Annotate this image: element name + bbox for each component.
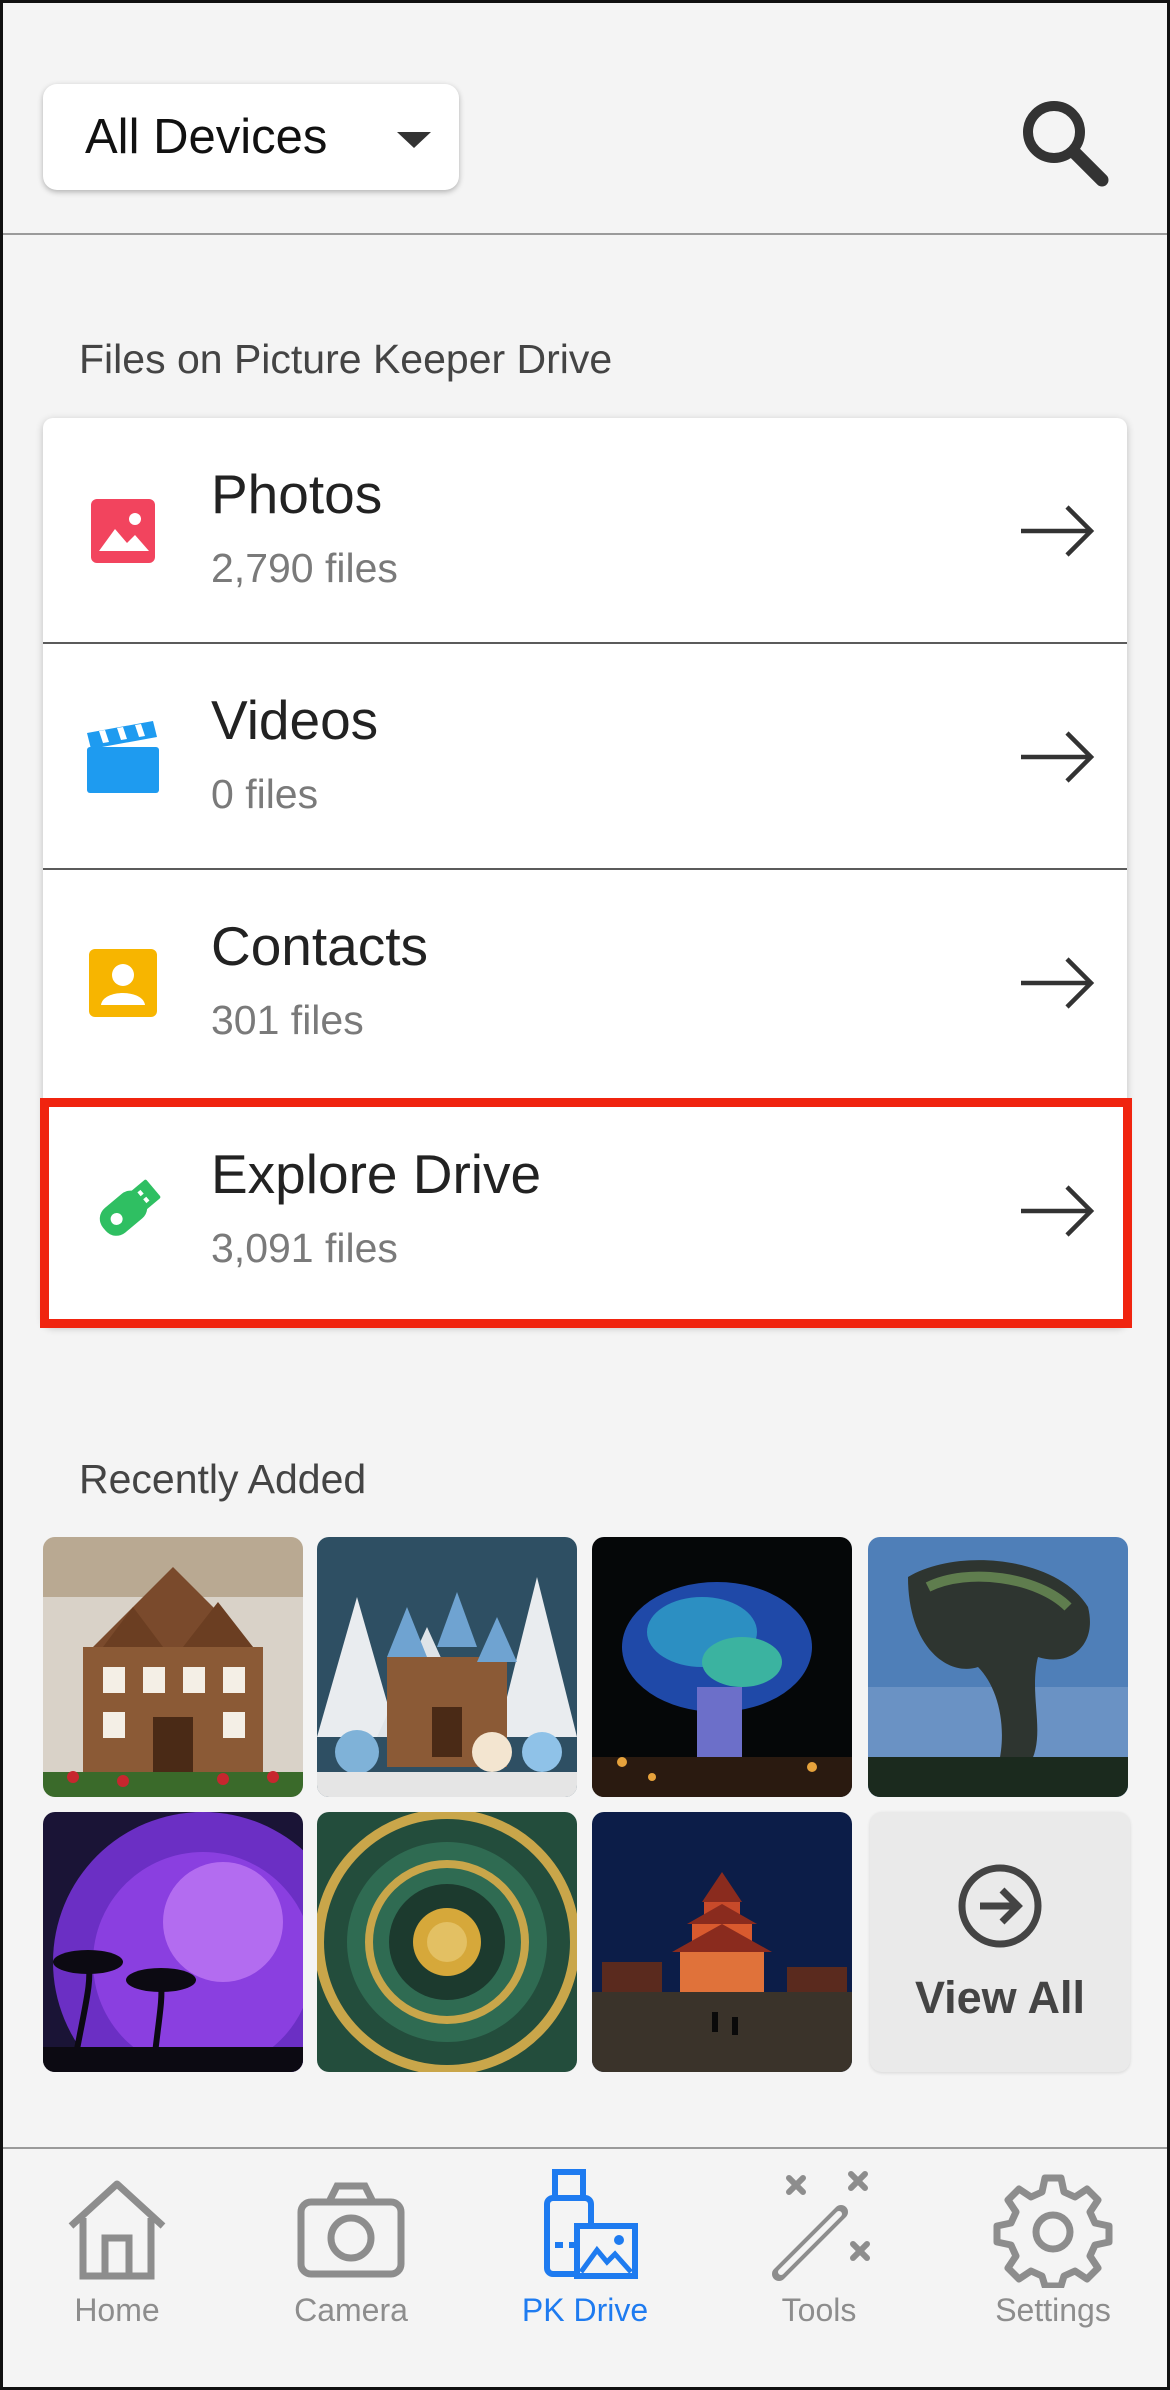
- recent-photo-gingerbread-house[interactable]: [43, 1537, 303, 1797]
- chevron-down-icon: [397, 132, 431, 148]
- arrow-right-icon: [1021, 505, 1095, 557]
- recent-photo-floating-mountains[interactable]: [868, 1537, 1128, 1797]
- tab-home[interactable]: Home: [0, 2160, 234, 2390]
- tab-settings-label: Settings: [995, 2292, 1111, 2328]
- videos-row[interactable]: Videos 0 files: [43, 644, 1127, 870]
- videos-title: Videos: [211, 689, 379, 751]
- recently-added-label: Recently Added: [79, 1456, 367, 1502]
- view-all-button[interactable]: View All: [870, 1812, 1130, 2072]
- tab-bar-divider: [0, 2147, 1170, 2149]
- search-icon[interactable]: [1014, 90, 1114, 190]
- recent-photo-tree-of-life[interactable]: [592, 1537, 852, 1797]
- tab-camera[interactable]: Camera: [234, 2160, 468, 2390]
- device-dropdown-label: All Devices: [85, 110, 328, 164]
- tab-pk-drive-label: PK Drive: [521, 2292, 649, 2328]
- recent-photo-spaceship-earth[interactable]: [43, 1812, 303, 2072]
- photo-icon: [91, 499, 155, 563]
- arrow-circle-right-icon: [958, 1864, 1042, 1948]
- explore-drive-highlight: [40, 1098, 1132, 1328]
- gear-icon: [993, 2174, 1113, 2288]
- tab-home-label: Home: [74, 2292, 160, 2328]
- videos-count: 0 files: [211, 771, 319, 817]
- tab-pk-drive[interactable]: PK Drive: [468, 2160, 702, 2390]
- contacts-count: 301 files: [211, 997, 364, 1043]
- tab-tools[interactable]: Tools: [702, 2160, 936, 2390]
- contacts-title: Contacts: [211, 915, 429, 977]
- tab-tools-label: Tools: [781, 2292, 857, 2328]
- camera-icon: [297, 2182, 405, 2278]
- tab-camera-label: Camera: [294, 2292, 408, 2328]
- files-section-label: Files on Picture Keeper Drive: [79, 336, 613, 382]
- photos-title: Photos: [211, 463, 383, 525]
- home-icon: [68, 2180, 166, 2280]
- photos-row[interactable]: Photos 2,790 files: [43, 418, 1127, 644]
- tab-settings[interactable]: Settings: [936, 2160, 1170, 2390]
- pk-drive-icon: [544, 2169, 638, 2279]
- recent-photo-ornate-ceiling[interactable]: [317, 1812, 577, 2072]
- device-dropdown[interactable]: All Devices: [43, 84, 459, 190]
- recent-photo-gingerbread-castle[interactable]: [317, 1537, 577, 1797]
- magic-wand-icon: [772, 2171, 870, 2281]
- arrow-right-icon: [1021, 731, 1095, 783]
- contact-card-icon: [89, 949, 157, 1017]
- arrow-right-icon: [1021, 957, 1095, 1009]
- view-all-label: View All: [914, 1972, 1086, 2023]
- header-divider: [0, 233, 1170, 235]
- recent-photo-china-pavilion[interactable]: [592, 1812, 852, 2072]
- clapperboard-icon: [87, 721, 159, 793]
- contacts-row[interactable]: Contacts 301 files: [43, 870, 1127, 1096]
- photos-count: 2,790 files: [211, 545, 398, 591]
